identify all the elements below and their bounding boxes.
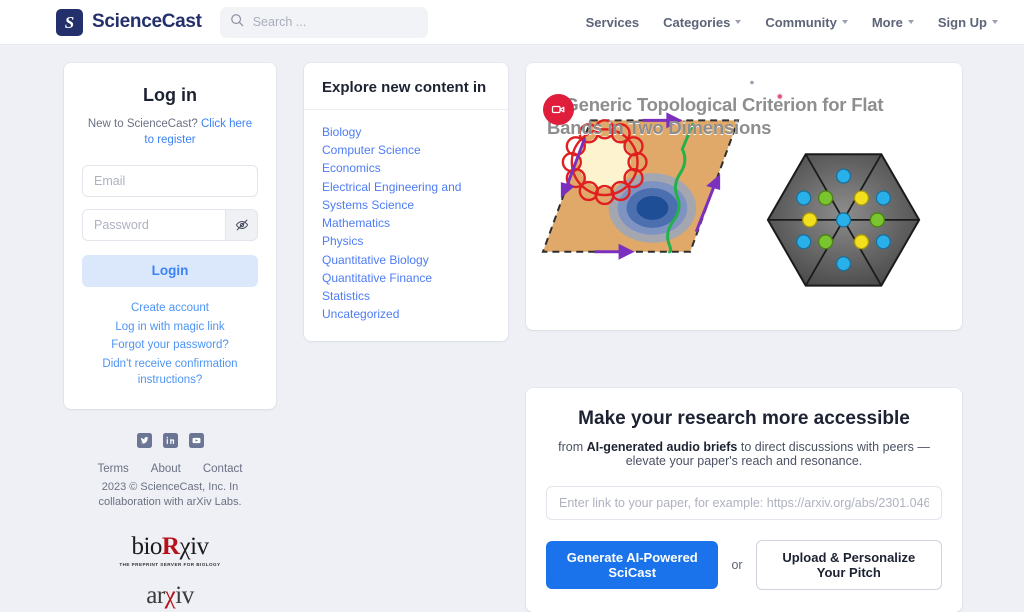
chevron-down-icon <box>992 20 998 24</box>
middle-column: Explore new content in Biology Computer … <box>276 63 508 612</box>
nav-label: Sign Up <box>937 14 987 30</box>
category-link-physics[interactable]: Physics <box>322 232 490 250</box>
chevron-down-icon <box>841 20 848 24</box>
create-account-link[interactable]: Create account <box>82 301 258 317</box>
brand-name: ScienceCast <box>92 11 202 32</box>
nav-label: Services <box>585 14 640 30</box>
password-field[interactable] <box>82 208 225 241</box>
site-header: S ScienceCast Search ... Services Catego… <box>0 0 1024 45</box>
nav-item-sign-up[interactable]: Sign Up <box>938 15 998 30</box>
category-link-economics[interactable]: Economics <box>322 159 490 177</box>
forgot-password-link[interactable]: Forgot your password? <box>82 338 258 354</box>
nav-item-categories[interactable]: Categories <box>663 14 742 30</box>
twitter-icon[interactable] <box>136 432 152 448</box>
nav-label: Community <box>765 14 837 30</box>
footer-links: Terms About Contact <box>64 463 276 475</box>
eye-off-icon[interactable] <box>225 208 258 241</box>
category-link-quantitative-finance[interactable]: Quantitative Finance <box>322 269 490 287</box>
brand-logo[interactable]: S ScienceCast <box>56 8 202 36</box>
left-column: Log in New to ScienceCast? Click here to… <box>0 63 276 612</box>
or-label: or <box>731 558 743 572</box>
social-links <box>64 432 276 448</box>
arxiv-logo[interactable]: arχiv <box>146 583 194 608</box>
site-footer: Terms About Contact 2023 © ScienceCast, … <box>64 432 276 608</box>
login-card: Log in New to ScienceCast? Click here to… <box>64 63 276 409</box>
upload-pitch-button[interactable]: Upload & Personalize Your Pitch <box>755 540 942 590</box>
search-placeholder: Search ... <box>252 15 307 29</box>
category-link-biology[interactable]: Biology <box>322 123 490 141</box>
biorxiv-logo[interactable]: bioRχiv THE PREPRINT SERVER FOR BIOLOGY <box>119 534 220 567</box>
login-button[interactable]: Login <box>82 254 258 287</box>
chevron-down-icon <box>735 20 742 24</box>
category-link-quantitative-biology[interactable]: Quantitative Biology <box>322 251 490 269</box>
right-column: A Generic Topological Criterion for Flat… <box>508 63 1024 612</box>
biorxiv-wordmark: bioRχiv <box>131 533 209 561</box>
featured-paper-card[interactable]: A Generic Topological Criterion for Flat… <box>526 63 962 330</box>
nav-item-community[interactable]: Community <box>765 15 848 30</box>
category-link-electrical-engineering[interactable]: Electrical Engineering and Systems Scien… <box>322 178 490 214</box>
nav-item-more[interactable]: More <box>872 15 914 30</box>
promo-subtitle: from AI-generated audio briefs to direct… <box>546 440 942 468</box>
category-link-mathematics[interactable]: Mathematics <box>322 214 490 232</box>
nav-label: Categories <box>663 14 731 30</box>
paper-link-input[interactable] <box>546 486 942 520</box>
password-row <box>82 208 258 241</box>
category-link-statistics[interactable]: Statistics <box>322 287 490 305</box>
main-navigation: Services Categories Community More Sign … <box>586 15 998 30</box>
magic-link-login-link[interactable]: Log in with magic link <box>82 320 258 336</box>
search-icon <box>230 13 244 32</box>
explore-card: Explore new content in Biology Computer … <box>304 63 508 341</box>
promo-title: Make your research more accessible <box>578 408 910 429</box>
partner-logos: bioRχiv THE PREPRINT SERVER FOR BIOLOGY … <box>64 534 276 608</box>
footer-link-terms[interactable]: Terms <box>97 463 128 475</box>
explore-title: Explore new content in <box>304 63 508 110</box>
featured-paper-title: A Generic Topological Criterion for Flat… <box>547 94 884 139</box>
footer-link-contact[interactable]: Contact <box>203 463 243 475</box>
youtube-icon[interactable] <box>188 432 204 448</box>
login-title: Log in <box>143 85 197 105</box>
register-prompt-text: New to ScienceCast? <box>87 118 201 130</box>
promo-sub-prefix: from <box>558 440 587 454</box>
promo-card: Make your research more accessible from … <box>526 388 962 612</box>
login-helper-links: Create account Log in with magic link Fo… <box>82 301 258 389</box>
category-link-uncategorized[interactable]: Uncategorized <box>322 305 490 323</box>
linkedin-icon[interactable] <box>162 432 178 448</box>
search-input[interactable]: Search ... <box>219 6 428 38</box>
nav-item-services[interactable]: Services <box>586 15 640 30</box>
footer-link-about[interactable]: About <box>151 463 181 475</box>
nav-label: More <box>871 14 903 30</box>
register-prompt: New to ScienceCast? Click here to regist… <box>82 116 258 149</box>
generate-scicast-button[interactable]: Generate AI-Powered SciCast <box>546 541 719 589</box>
chevron-down-icon <box>907 20 914 24</box>
resend-confirmation-link[interactable]: Didn't receive confirmation instructions… <box>82 357 258 389</box>
promo-sub-bold: AI-generated audio briefs <box>586 440 738 454</box>
biorxiv-tagline: THE PREPRINT SERVER FOR BIOLOGY <box>119 562 221 568</box>
page-body: Log in New to ScienceCast? Click here to… <box>0 45 1024 612</box>
explore-category-list: Biology Computer Science Economics Elect… <box>304 110 508 341</box>
promo-actions: Generate AI-Powered SciCast or Upload & … <box>546 540 942 590</box>
category-link-computer-science[interactable]: Computer Science <box>322 141 490 159</box>
video-camera-icon[interactable] <box>543 94 574 125</box>
copyright-text: 2023 © ScienceCast, Inc. In collaboratio… <box>98 480 242 509</box>
email-field[interactable] <box>82 164 258 197</box>
sciencecast-logo-icon: S <box>56 8 83 36</box>
featured-paper-inner: A Generic Topological Criterion for Flat… <box>535 72 953 322</box>
